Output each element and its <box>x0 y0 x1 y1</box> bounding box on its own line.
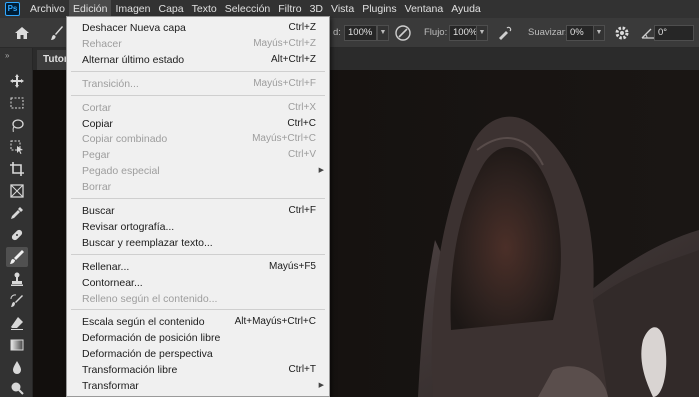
menu-item-pegado-especial[interactable]: Pegado especial ▶ <box>67 163 329 179</box>
edit-menu-dropdown: Deshacer Nueva capa Ctrl+Z Rehacer Mayús+Ct… <box>66 16 330 397</box>
menu-item-label: Transformar <box>82 380 139 392</box>
blur-tool-icon[interactable] <box>8 358 26 376</box>
menu-item-label: Transición... <box>82 77 139 90</box>
photoshop-logo-icon: Ps <box>5 2 20 16</box>
menu-item-label: Escala según el contenido <box>82 316 205 329</box>
menu-item-label: Transformación libre <box>82 364 178 377</box>
menu-item-shortcut: Ctrl+V <box>287 149 316 161</box>
eyedropper-tool-icon[interactable] <box>8 204 26 222</box>
menu-ventana[interactable]: Ventana <box>401 0 448 18</box>
menu-plugins[interactable]: Plugins <box>358 0 400 18</box>
menu-item-deformacion-de-posicion-libre[interactable]: Deformación de posición libre <box>67 330 329 346</box>
menu-item-label: Buscar <box>82 205 115 217</box>
menu-separator <box>71 309 325 311</box>
submenu-arrow-icon: ▶ <box>318 167 324 175</box>
menu-item-label: Deshacer Nueva capa <box>82 22 186 34</box>
menu-item-transicion[interactable]: Transición... Mayús+Ctrl+F <box>67 76 329 92</box>
gradient-tool-icon[interactable] <box>8 336 26 354</box>
dodge-tool-icon[interactable] <box>8 379 26 397</box>
healing-brush-tool-icon[interactable] <box>8 226 26 244</box>
opacity-dropdown-button[interactable]: ▼ <box>377 25 389 41</box>
clone-stamp-tool-icon[interactable] <box>8 270 26 288</box>
menu-item-shortcut: Mayús+Ctrl+C <box>252 133 316 145</box>
frame-tool-icon[interactable] <box>8 182 26 200</box>
menu-item-deformacion-de-perspectiva[interactable]: Deformación de perspectiva <box>67 346 329 362</box>
menu-item-label: Copiar <box>82 117 113 130</box>
menu-item-shortcut: Ctrl+Z <box>288 22 317 33</box>
airbrush-icon[interactable] <box>496 24 514 42</box>
menu-item-pegar[interactable]: Pegar Ctrl+V <box>67 147 329 163</box>
menu-item-label: Pegar <box>82 149 111 162</box>
menu-item-shortcut: Ctrl+T <box>288 364 317 376</box>
menu-separator <box>71 70 325 72</box>
menu-item-label: Rehacer <box>82 37 122 50</box>
menu-item-alternar-ultimo-estado[interactable]: Alternar último estado Alt+Ctrl+Z <box>67 52 329 68</box>
menu-item-copiar-combinado[interactable]: Copiar combinado Mayús+Ctrl+C <box>67 131 329 147</box>
menu-item-transformar[interactable]: Transformar ▶ <box>67 378 329 394</box>
brush-icon[interactable] <box>50 25 64 41</box>
crop-tool-icon[interactable] <box>8 160 26 178</box>
menu-item-shortcut: Alt+Ctrl+Z <box>270 53 316 65</box>
menu-item-shortcut: Ctrl+X <box>287 101 316 113</box>
object-select-tool-icon[interactable] <box>8 138 26 156</box>
menu-item-borrar[interactable]: Borrar <box>67 179 329 195</box>
angle-input[interactable]: 0° <box>654 25 694 41</box>
menu-item-label: Copiar combinado <box>82 133 168 146</box>
settings-gear-icon[interactable] <box>613 24 631 42</box>
menu-item-contornear[interactable]: Contornear... <box>67 275 329 291</box>
menu-separator <box>71 94 325 96</box>
eraser-tool-icon[interactable] <box>8 314 26 332</box>
menu-item-relleno-segun-el-contenido[interactable]: Relleno según el contenido... <box>67 291 329 307</box>
menu-item-escala-segun-el-contenido[interactable]: Escala según el contenido Alt+Mayús+Ctrl+… <box>67 314 329 330</box>
move-tool-icon[interactable] <box>8 72 26 90</box>
marquee-tool-icon[interactable] <box>8 94 26 112</box>
menu-item-shortcut: Alt+Mayús+Ctrl+C <box>234 316 316 328</box>
menu-item-shortcut: Ctrl+F <box>288 205 317 216</box>
opacity-input[interactable]: 100% <box>344 25 377 41</box>
history-brush-tool-icon[interactable] <box>8 292 26 310</box>
menu-item-label: Buscar y reemplazar texto... <box>82 236 213 249</box>
menu-separator <box>71 253 325 255</box>
lasso-tool-icon[interactable] <box>8 116 26 134</box>
menu-archivo[interactable]: Archivo <box>26 0 69 18</box>
brush-tool-icon[interactable] <box>6 247 28 267</box>
menu-item-cortar[interactable]: Cortar Ctrl+X <box>67 100 329 116</box>
menu-vista[interactable]: Vista <box>327 0 358 18</box>
menu-item-shortcut: Mayús+Ctrl+Z <box>253 37 316 49</box>
menu-item-label: Deformación de perspectiva <box>82 348 213 361</box>
menu-item-label: Revisar ortografía... <box>82 220 175 233</box>
menu-item-label: Relleno según el contenido... <box>82 292 218 305</box>
menu-item-rehacer[interactable]: Rehacer Mayús+Ctrl+Z <box>67 36 329 52</box>
menu-item-deshacer-nueva-capa[interactable]: Deshacer Nueva capa Ctrl+Z <box>67 20 329 36</box>
menu-item-copiar[interactable]: Copiar Ctrl+C <box>67 116 329 132</box>
home-icon[interactable] <box>14 26 30 40</box>
pressure-opacity-icon[interactable] <box>394 24 412 42</box>
menu-item-shortcut: Mayús+F5 <box>269 260 316 272</box>
menu-item-label: Contornear... <box>82 276 143 289</box>
menu-item-label: Rellenar... <box>82 260 130 273</box>
menu-item-shortcut: Ctrl+C <box>287 117 316 129</box>
menu-ayuda[interactable]: Ayuda <box>447 0 485 18</box>
flow-label: Flujo: <box>424 27 448 38</box>
menu-item-buscar-y-reemplazar-texto[interactable]: Buscar y reemplazar texto... <box>67 235 329 251</box>
menu-item-label: Borrar <box>82 181 112 194</box>
menu-item-label: Deformación de posición libre <box>82 332 221 345</box>
menu-item-buscar[interactable]: Buscar Ctrl+F <box>67 203 329 219</box>
smoothing-dropdown-button[interactable]: ▼ <box>593 25 605 41</box>
smoothing-label: Suavizar: <box>528 27 568 38</box>
menu-separator <box>71 198 325 199</box>
menu-item-rellenar[interactable]: Rellenar... Mayús+F5 <box>67 259 329 275</box>
menu-item-transformacion-libre[interactable]: Transformación libre Ctrl+T <box>67 362 329 378</box>
menu-item-label: Pegado especial <box>82 165 160 178</box>
opacity-label: d: <box>333 27 341 38</box>
menu-item-shortcut: Mayús+Ctrl+F <box>253 77 316 89</box>
menu-item-revisar-ortografia[interactable]: Revisar ortografía... <box>67 219 329 235</box>
collapse-toolbar-button[interactable]: » <box>5 51 9 60</box>
menu-item-label: Cortar <box>82 101 112 114</box>
flow-dropdown-button[interactable]: ▼ <box>476 25 488 41</box>
tools-panel: » <box>0 48 33 397</box>
menu-item-label: Alternar último estado <box>82 53 185 66</box>
submenu-arrow-icon: ▶ <box>318 382 324 389</box>
